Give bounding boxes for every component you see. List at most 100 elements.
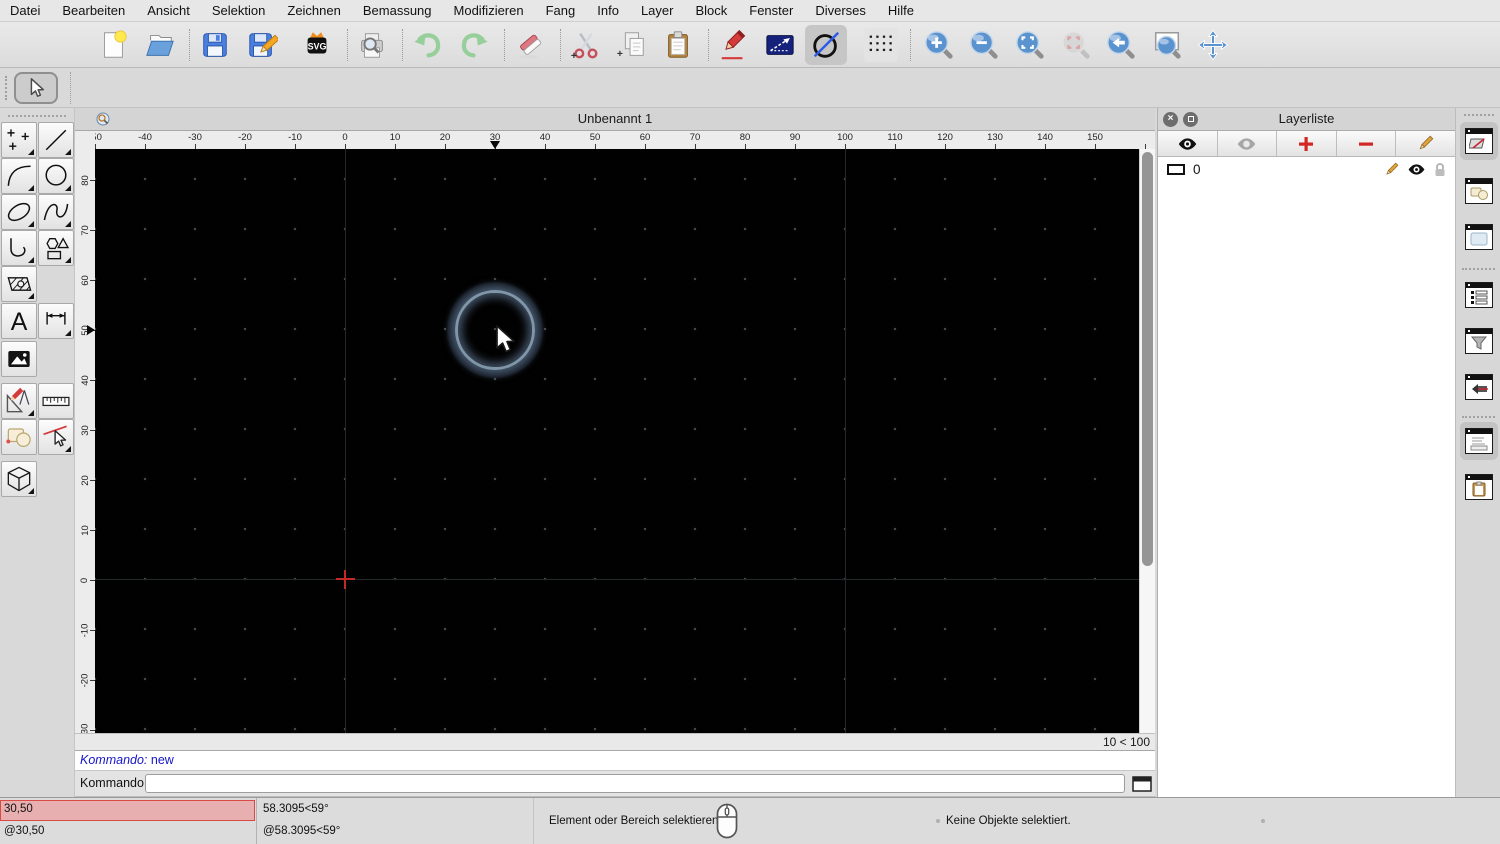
dock-handle[interactable] (1464, 114, 1494, 116)
layer-panel-titlebar[interactable]: × Layerliste (1158, 108, 1455, 131)
selection-info: Keine Objekte selektiert. (946, 815, 1071, 827)
add-layer-button[interactable] (1277, 131, 1337, 156)
modify-tool-button[interactable] (1, 383, 37, 419)
undock-icon[interactable] (1183, 112, 1198, 127)
ellipse-tool-button[interactable] (1, 194, 37, 230)
circle-icon (40, 160, 72, 192)
menu-item[interactable]: Fang (546, 3, 576, 18)
dock-entity-list-button[interactable] (1464, 276, 1494, 314)
menu-item[interactable]: Info (597, 3, 619, 18)
menu-item[interactable]: Datei (10, 3, 40, 18)
hatch-tool-button[interactable] (1, 266, 37, 302)
h-ruler-label: 130 (970, 131, 1020, 143)
h-ruler-label: 60 (620, 131, 670, 143)
dock-dimension-style-button[interactable] (1464, 368, 1494, 406)
close-icon[interactable]: × (1163, 112, 1178, 127)
image-tool-button[interactable] (1, 341, 37, 377)
hide-all-layers-button[interactable] (1218, 131, 1278, 156)
zoom-out-icon (968, 29, 1000, 61)
menu-item[interactable]: Block (695, 3, 727, 18)
measure-tool-button[interactable] (38, 383, 74, 419)
scrollbar-thumb[interactable] (1142, 152, 1153, 566)
polygon-tool-button[interactable] (38, 230, 74, 266)
menu-item[interactable]: Layer (641, 3, 674, 18)
export-svg-button[interactable]: SVG (300, 28, 334, 62)
layer-row[interactable]: 0 (1158, 157, 1455, 181)
edit-pencil-icon[interactable] (1384, 162, 1399, 177)
zoom-in-button[interactable] (922, 28, 956, 62)
drawing-canvas[interactable] (95, 149, 1139, 733)
dimension-aligned-button[interactable] (763, 28, 797, 62)
layer-visible-eye-icon[interactable] (1407, 163, 1426, 176)
copy-button[interactable]: + (614, 28, 648, 62)
paste-button[interactable] (661, 28, 695, 62)
menu-item[interactable]: Modifizieren (454, 3, 524, 18)
text-tool-button[interactable]: A (1, 303, 37, 339)
drawing-window-titlebar[interactable]: Unbenannt 1 (75, 108, 1155, 131)
menu-item[interactable]: Bearbeiten (62, 3, 125, 18)
select-arrow-button[interactable] (14, 72, 58, 104)
remove-layer-button[interactable] (1337, 131, 1397, 156)
circle-tool-button[interactable] (38, 158, 74, 194)
cut-button[interactable]: + (568, 28, 602, 62)
menu-item[interactable]: Diverses (815, 3, 866, 18)
show-all-layers-button[interactable] (1158, 131, 1218, 156)
select-modify-tool-button[interactable] (38, 419, 74, 455)
zoom-selection-button[interactable] (1059, 28, 1093, 62)
dock-library-browser-button[interactable] (1464, 218, 1494, 256)
undo-button[interactable] (411, 28, 445, 62)
menu-item[interactable]: Ansicht (147, 3, 190, 18)
save-as-button[interactable] (245, 28, 279, 62)
layer-color-swatch[interactable] (1167, 164, 1185, 175)
isometric-grid-button[interactable] (864, 28, 898, 62)
workspace: A Unbenannt 1 -50-40-30-20-1001020304050… (0, 108, 1500, 797)
points-tool-button[interactable] (1, 122, 37, 158)
menu-item[interactable]: Fenster (749, 3, 793, 18)
polyline-tool-button[interactable] (1, 230, 37, 266)
command-window-toggle-button[interactable] (1131, 775, 1153, 793)
zoom-auto-button[interactable] (1013, 28, 1047, 62)
menu-item[interactable]: Zeichnen (287, 3, 340, 18)
spline-icon (40, 196, 72, 228)
minus-icon (1358, 136, 1374, 152)
arc-tool-button[interactable] (1, 158, 37, 194)
vertical-scrollbar[interactable] (1139, 149, 1155, 733)
order-tool-button[interactable] (1, 419, 37, 455)
print-preview-button[interactable] (355, 28, 389, 62)
dimension-tool-button[interactable] (38, 303, 74, 339)
zoom-window-button[interactable] (1150, 28, 1184, 62)
layer-lock-icon[interactable] (1434, 162, 1446, 177)
open-file-button[interactable] (143, 28, 177, 62)
draw-circle-button[interactable] (805, 25, 847, 65)
dock-command-line-button[interactable] (1460, 422, 1498, 460)
zoom-previous-icon (1105, 29, 1137, 61)
delete-entity-button[interactable] (513, 28, 547, 62)
new-document-button[interactable] (96, 28, 130, 62)
paste-icon (662, 29, 694, 61)
draw-pen-button[interactable] (717, 28, 751, 62)
edit-layer-button[interactable] (1396, 131, 1455, 156)
dock-block-list-button[interactable] (1464, 172, 1494, 210)
redo-button[interactable] (457, 28, 491, 62)
menu-item[interactable]: Bemassung (363, 3, 432, 18)
menu-item[interactable]: Hilfe (888, 3, 914, 18)
open-file-icon (144, 29, 176, 61)
toolbar-handle[interactable] (5, 76, 7, 100)
zoom-out-button[interactable] (967, 28, 1001, 62)
dock-layer-list-button[interactable] (1460, 122, 1498, 160)
image-icon (3, 343, 35, 375)
solid-3d-tool-button[interactable] (1, 461, 37, 497)
menu-item[interactable]: Selektion (212, 3, 265, 18)
zoom-previous-button[interactable] (1104, 28, 1138, 62)
new-document-icon (97, 29, 129, 61)
order-icon (3, 421, 35, 453)
eye-icon (1177, 137, 1198, 151)
line-tool-button[interactable] (38, 122, 74, 158)
dock-selection-filter-button[interactable] (1464, 322, 1494, 360)
dock-clipboard-button[interactable] (1464, 468, 1494, 506)
command-input[interactable] (145, 774, 1125, 793)
zoom-pan-button[interactable] (1196, 28, 1230, 62)
save-button[interactable] (198, 28, 232, 62)
palette-handle[interactable] (8, 115, 66, 117)
spline-tool-button[interactable] (38, 194, 74, 230)
